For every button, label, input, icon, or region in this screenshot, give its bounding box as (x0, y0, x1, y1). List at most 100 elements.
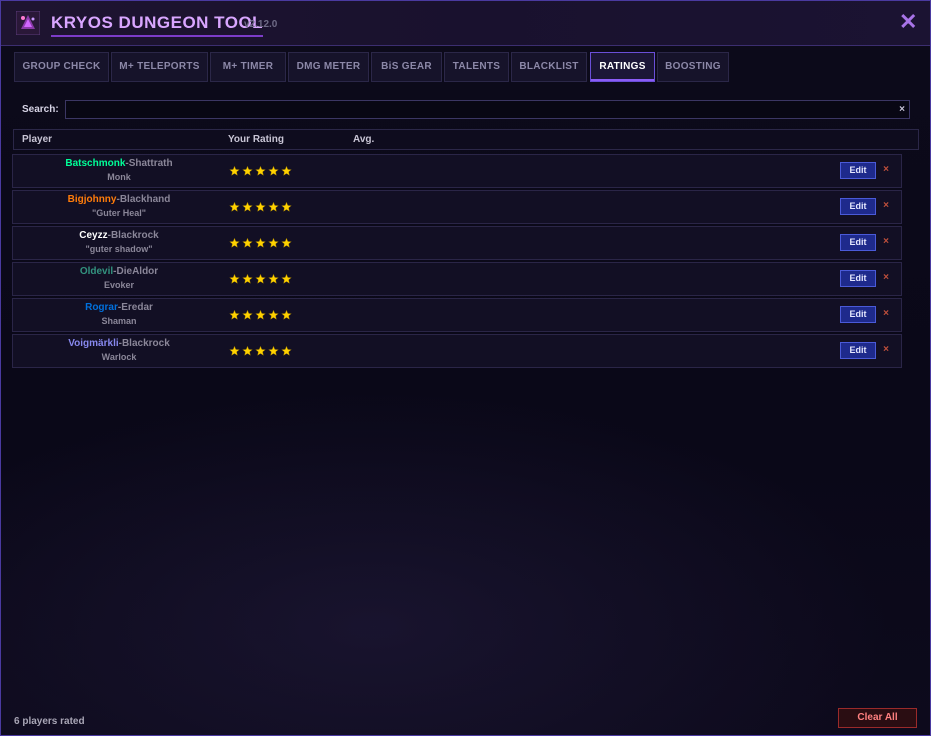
table-row: Oldevil-DieAldor Evoker Edit × (12, 262, 902, 296)
star-icon[interactable] (242, 308, 253, 320)
tab-boosting[interactable]: BOOSTING (657, 52, 729, 82)
player-note: Evoker (103, 280, 135, 290)
star-icon[interactable] (242, 344, 253, 356)
table-row: Bigjohnny-Blackhand "Guter Heal" Edit × (12, 190, 902, 224)
realm-name: -DieAldor (113, 266, 159, 277)
star-icon[interactable] (281, 236, 292, 248)
tab-m-timer[interactable]: M+ TIMER (210, 52, 286, 82)
edit-button[interactable]: Edit (840, 162, 876, 179)
star-icon[interactable] (281, 308, 292, 320)
tab-m-teleports[interactable]: M+ TELEPORTS (111, 52, 208, 82)
player-name: Bigjohnny-Blackhand (13, 194, 225, 205)
edit-button[interactable]: Edit (840, 234, 876, 251)
star-icon[interactable] (281, 200, 292, 212)
star-icon[interactable] (255, 344, 266, 356)
star-icon[interactable] (229, 344, 240, 356)
delete-icon[interactable]: × (881, 308, 891, 320)
character-name: Voigmärkli (68, 338, 119, 349)
app-title: KRYOS DUNGEON TOOL (51, 13, 264, 37)
player-name: Rograr-Eredar (13, 302, 225, 313)
star-icon[interactable] (268, 344, 279, 356)
star-icon[interactable] (242, 272, 253, 284)
column-player[interactable]: Player (22, 134, 52, 145)
delete-icon[interactable]: × (881, 164, 891, 176)
edit-button[interactable]: Edit (840, 198, 876, 215)
rating-stars[interactable] (229, 308, 294, 322)
star-icon[interactable] (281, 344, 292, 356)
table-header: Player Your Rating Avg. (13, 129, 919, 150)
delete-icon[interactable]: × (881, 236, 891, 248)
delete-icon[interactable]: × (881, 344, 891, 356)
star-icon[interactable] (242, 200, 253, 212)
star-icon[interactable] (268, 164, 279, 176)
edit-button[interactable]: Edit (840, 306, 876, 323)
delete-icon[interactable]: × (881, 200, 891, 212)
player-name: Voigmärkli-Blackrock (13, 338, 225, 349)
player-note: Warlock (101, 352, 137, 362)
search-label: Search: (22, 104, 59, 115)
title-bar[interactable]: KRYOS DUNGEON TOOL v2.12.0 ✕ (1, 1, 930, 46)
realm-name: -Blackhand (116, 194, 171, 205)
character-name: Batschmonk (65, 158, 126, 169)
star-icon[interactable] (268, 308, 279, 320)
star-icon[interactable] (255, 200, 266, 212)
character-name: Oldevil (79, 266, 114, 277)
star-icon[interactable] (268, 236, 279, 248)
rating-stars[interactable] (229, 200, 294, 214)
edit-button[interactable]: Edit (840, 342, 876, 359)
close-icon[interactable]: ✕ (899, 11, 917, 33)
player-name: Ceyzz-Blackrock (13, 230, 225, 241)
realm-name: -Shattrath (125, 158, 173, 169)
tab-group-check[interactable]: GROUP CHECK (14, 52, 109, 82)
tab-talents[interactable]: TALENTS (444, 52, 509, 82)
clear-all-button[interactable]: Clear All (838, 708, 917, 728)
character-name: Rograr (85, 302, 118, 313)
tab-bis-gear[interactable]: BiS GEAR (371, 52, 442, 82)
table-row: Voigmärkli-Blackrock Warlock Edit × (12, 334, 902, 368)
player-note: Monk (107, 172, 131, 182)
rating-stars[interactable] (229, 344, 294, 358)
star-icon[interactable] (229, 236, 240, 248)
player-name: Oldevil-DieAldor (13, 266, 225, 277)
table-row: Batschmonk-Shattrath Monk Edit × (12, 154, 902, 188)
star-icon[interactable] (242, 236, 253, 248)
tab-blacklist[interactable]: BLACKLIST (511, 52, 587, 82)
star-icon[interactable] (255, 236, 266, 248)
tab-ratings[interactable]: RATINGS (590, 52, 655, 82)
star-icon[interactable] (229, 164, 240, 176)
app-window: KRYOS DUNGEON TOOL v2.12.0 ✕ GROUP CHECK… (0, 0, 931, 736)
player-name: Batschmonk-Shattrath (13, 158, 225, 169)
star-icon[interactable] (281, 272, 292, 284)
rating-stars[interactable] (229, 236, 294, 250)
star-icon[interactable] (242, 164, 253, 176)
star-icon[interactable] (229, 200, 240, 212)
realm-name: -Blackrock (107, 230, 159, 241)
column-your-rating[interactable]: Your Rating (228, 134, 284, 145)
star-icon[interactable] (268, 272, 279, 284)
realm-name: -Eredar (117, 302, 153, 313)
search-input[interactable] (65, 100, 910, 119)
player-note: Shaman (101, 316, 137, 326)
character-name: Bigjohnny (67, 194, 117, 205)
column-avg[interactable]: Avg. (353, 134, 374, 145)
edit-button[interactable]: Edit (840, 270, 876, 287)
star-icon[interactable] (255, 272, 266, 284)
background-shade (1, 371, 930, 735)
player-note: "Guter Heal" (91, 208, 147, 218)
dungeon-tool-logo-icon (15, 10, 41, 36)
player-note: "guter shadow" (85, 244, 153, 254)
star-icon[interactable] (281, 164, 292, 176)
table-row: Rograr-Eredar Shaman Edit × (12, 298, 902, 332)
tab-dmg-meter[interactable]: DMG METER (288, 52, 369, 82)
character-name: Ceyzz (79, 230, 108, 241)
star-icon[interactable] (255, 308, 266, 320)
delete-icon[interactable]: × (881, 272, 891, 284)
clear-icon[interactable]: × (896, 103, 908, 116)
star-icon[interactable] (229, 272, 240, 284)
star-icon[interactable] (255, 164, 266, 176)
star-icon[interactable] (268, 200, 279, 212)
star-icon[interactable] (229, 308, 240, 320)
table-row: Ceyzz-Blackrock "guter shadow" Edit × (12, 226, 902, 260)
rating-stars[interactable] (229, 272, 294, 286)
rating-stars[interactable] (229, 164, 294, 178)
